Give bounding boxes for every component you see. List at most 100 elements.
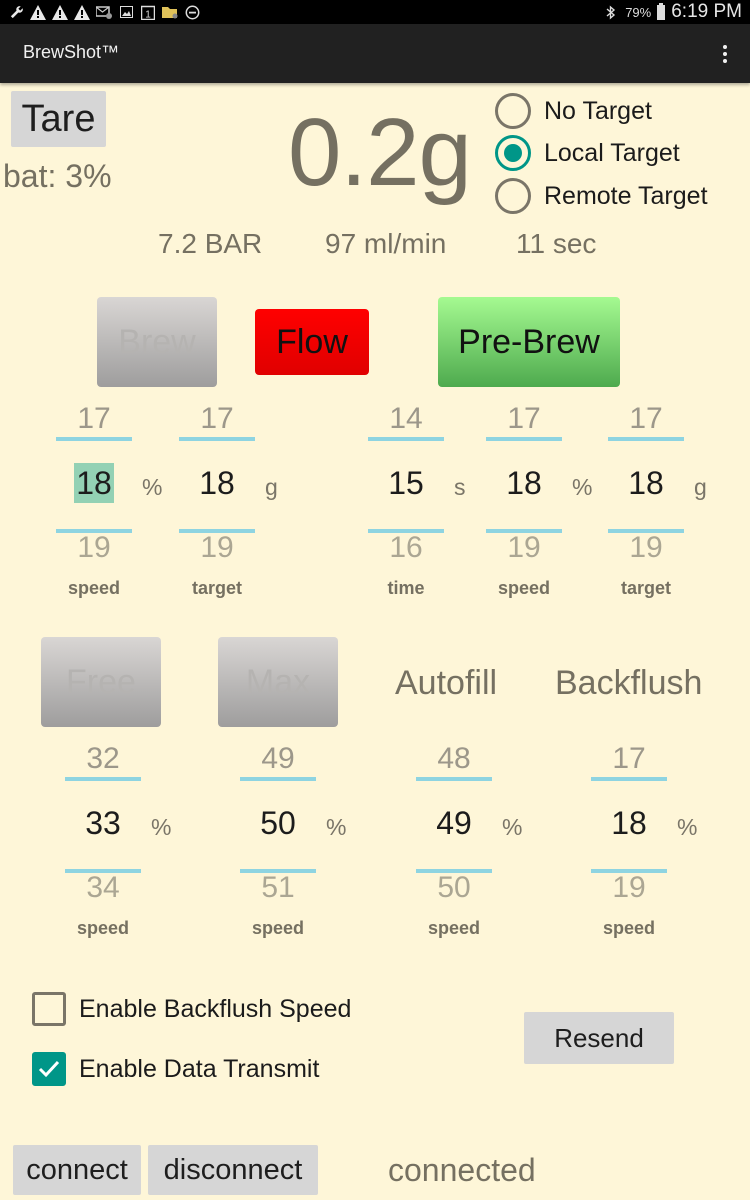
battery-icon (657, 2, 666, 20)
picker-prev-value[interactable]: 17 (486, 402, 562, 436)
picker-next-value[interactable]: 19 (56, 531, 132, 565)
picker-current-value[interactable]: 49 (416, 805, 492, 842)
calendar-icon: 1 (140, 4, 156, 20)
wrench-icon (8, 4, 24, 20)
app-bar: BrewShot™ (0, 24, 750, 83)
picker-prev-value[interactable]: 48 (416, 742, 492, 776)
picker-label: time (387, 578, 425, 598)
picker-unit: % (502, 814, 523, 840)
checkbox-label: Enable Backflush Speed (79, 994, 352, 1023)
picker-label: speed (76, 918, 130, 938)
checkbox-label: Enable Data Transmit (79, 1054, 320, 1083)
picker-current-value[interactable]: 18 (179, 465, 255, 502)
picker-unit: g (694, 474, 707, 500)
notification-icons: 1 (8, 2, 200, 22)
image-icon (118, 4, 134, 20)
svg-text:1: 1 (145, 9, 151, 20)
status-bar: 1 79% 6:19 PM (0, 0, 750, 24)
picker-unit: % (572, 474, 593, 500)
radio-button[interactable] (495, 178, 531, 214)
bluetooth-icon (603, 4, 619, 20)
picker-prev-value[interactable]: 17 (591, 742, 667, 776)
warning-icon (30, 4, 46, 20)
picker-next-value[interactable]: 34 (65, 871, 141, 905)
scale-battery: bat: 3% (3, 158, 112, 194)
picker-current-value[interactable]: 50 (240, 805, 316, 842)
picker-unit: % (677, 814, 698, 840)
battery-percent: 79% (625, 4, 652, 20)
flow-rate-readout: 97 ml/min (325, 228, 447, 259)
radio-label: Remote Target (544, 181, 708, 210)
picker-unit: % (326, 814, 347, 840)
picker-label: target (191, 578, 242, 598)
picker-label: speed (497, 578, 551, 598)
warning-icon (74, 4, 90, 20)
flow-button[interactable]: Flow (255, 309, 369, 375)
picker-current-value[interactable]: 18 (56, 463, 132, 503)
enable-data-transmit-checkbox[interactable]: Enable Data Transmit (32, 1052, 319, 1086)
picker-next-value[interactable]: 50 (416, 871, 492, 905)
picker-unit: % (151, 814, 172, 840)
radio-local-target[interactable]: Local Target (495, 135, 680, 171)
picker-current-value[interactable]: 18 (591, 805, 667, 842)
max-button[interactable]: Max (218, 637, 338, 727)
picker-divider (179, 437, 255, 441)
picker-label: speed (427, 918, 481, 938)
checkbox-box[interactable] (32, 992, 66, 1026)
folder-icon (162, 4, 178, 20)
picker-unit: % (142, 474, 163, 500)
picker-next-value[interactable]: 19 (486, 531, 562, 565)
resend-button[interactable]: Resend (524, 1012, 674, 1064)
radio-label: Local Target (544, 138, 680, 167)
picker-current-value[interactable]: 18 (608, 465, 684, 502)
overflow-menu-icon[interactable] (720, 42, 730, 66)
picker-label: target (620, 578, 671, 598)
radio-remote-target[interactable]: Remote Target (495, 178, 708, 214)
autofill-title: Autofill (395, 664, 498, 702)
picker-divider (416, 777, 492, 781)
weight-readout: 0.2g (288, 99, 472, 206)
connection-status: connected (388, 1152, 536, 1188)
picker-next-value[interactable]: 19 (608, 531, 684, 565)
tare-button[interactable]: Tare (11, 91, 106, 147)
picker-label: speed (251, 918, 305, 938)
checkbox-box[interactable] (32, 1052, 66, 1086)
picker-prev-value[interactable]: 17 (56, 402, 132, 436)
picker-divider (608, 437, 684, 441)
picker-next-value[interactable]: 19 (179, 531, 255, 565)
checkmark-icon (38, 1060, 60, 1078)
disconnect-button[interactable]: disconnect (148, 1145, 318, 1195)
radio-button[interactable] (495, 93, 531, 129)
picker-next-value[interactable]: 16 (368, 531, 444, 565)
picker-next-value[interactable]: 19 (591, 871, 667, 905)
radio-button[interactable] (495, 135, 531, 171)
picker-prev-value[interactable]: 17 (179, 402, 255, 436)
picker-next-value[interactable]: 51 (240, 871, 316, 905)
connect-button[interactable]: connect (13, 1145, 141, 1195)
backflush-title: Backflush (555, 664, 703, 702)
free-button[interactable]: Free (41, 637, 161, 727)
picker-prev-value[interactable]: 49 (240, 742, 316, 776)
enable-backflush-speed-checkbox[interactable]: Enable Backflush Speed (32, 992, 351, 1026)
brew-button[interactable]: Brew (97, 297, 217, 387)
radio-label: No Target (544, 96, 652, 125)
radio-no-target[interactable]: No Target (495, 93, 652, 129)
picker-current-value[interactable]: 18 (486, 465, 562, 502)
picker-divider (368, 437, 444, 441)
picker-current-value[interactable]: 15 (368, 465, 444, 502)
picker-prev-value[interactable]: 32 (65, 742, 141, 776)
picker-unit: g (265, 474, 278, 500)
picker-prev-value[interactable]: 17 (608, 402, 684, 436)
picker-divider (56, 437, 132, 441)
pressure-readout: 7.2 BAR (158, 228, 263, 259)
picker-divider (65, 777, 141, 781)
picker-label: speed (67, 578, 121, 598)
picker-prev-value[interactable]: 14 (368, 402, 444, 436)
pre-brew-button[interactable]: Pre-Brew (438, 297, 620, 387)
warning-icon (52, 4, 68, 20)
picker-current-value[interactable]: 33 (65, 805, 141, 842)
clock: 6:19 PM (671, 1, 742, 22)
elapsed-time-readout: 11 sec (516, 228, 597, 259)
picker-unit: s (454, 474, 466, 500)
app-title: BrewShot™ (23, 42, 120, 62)
